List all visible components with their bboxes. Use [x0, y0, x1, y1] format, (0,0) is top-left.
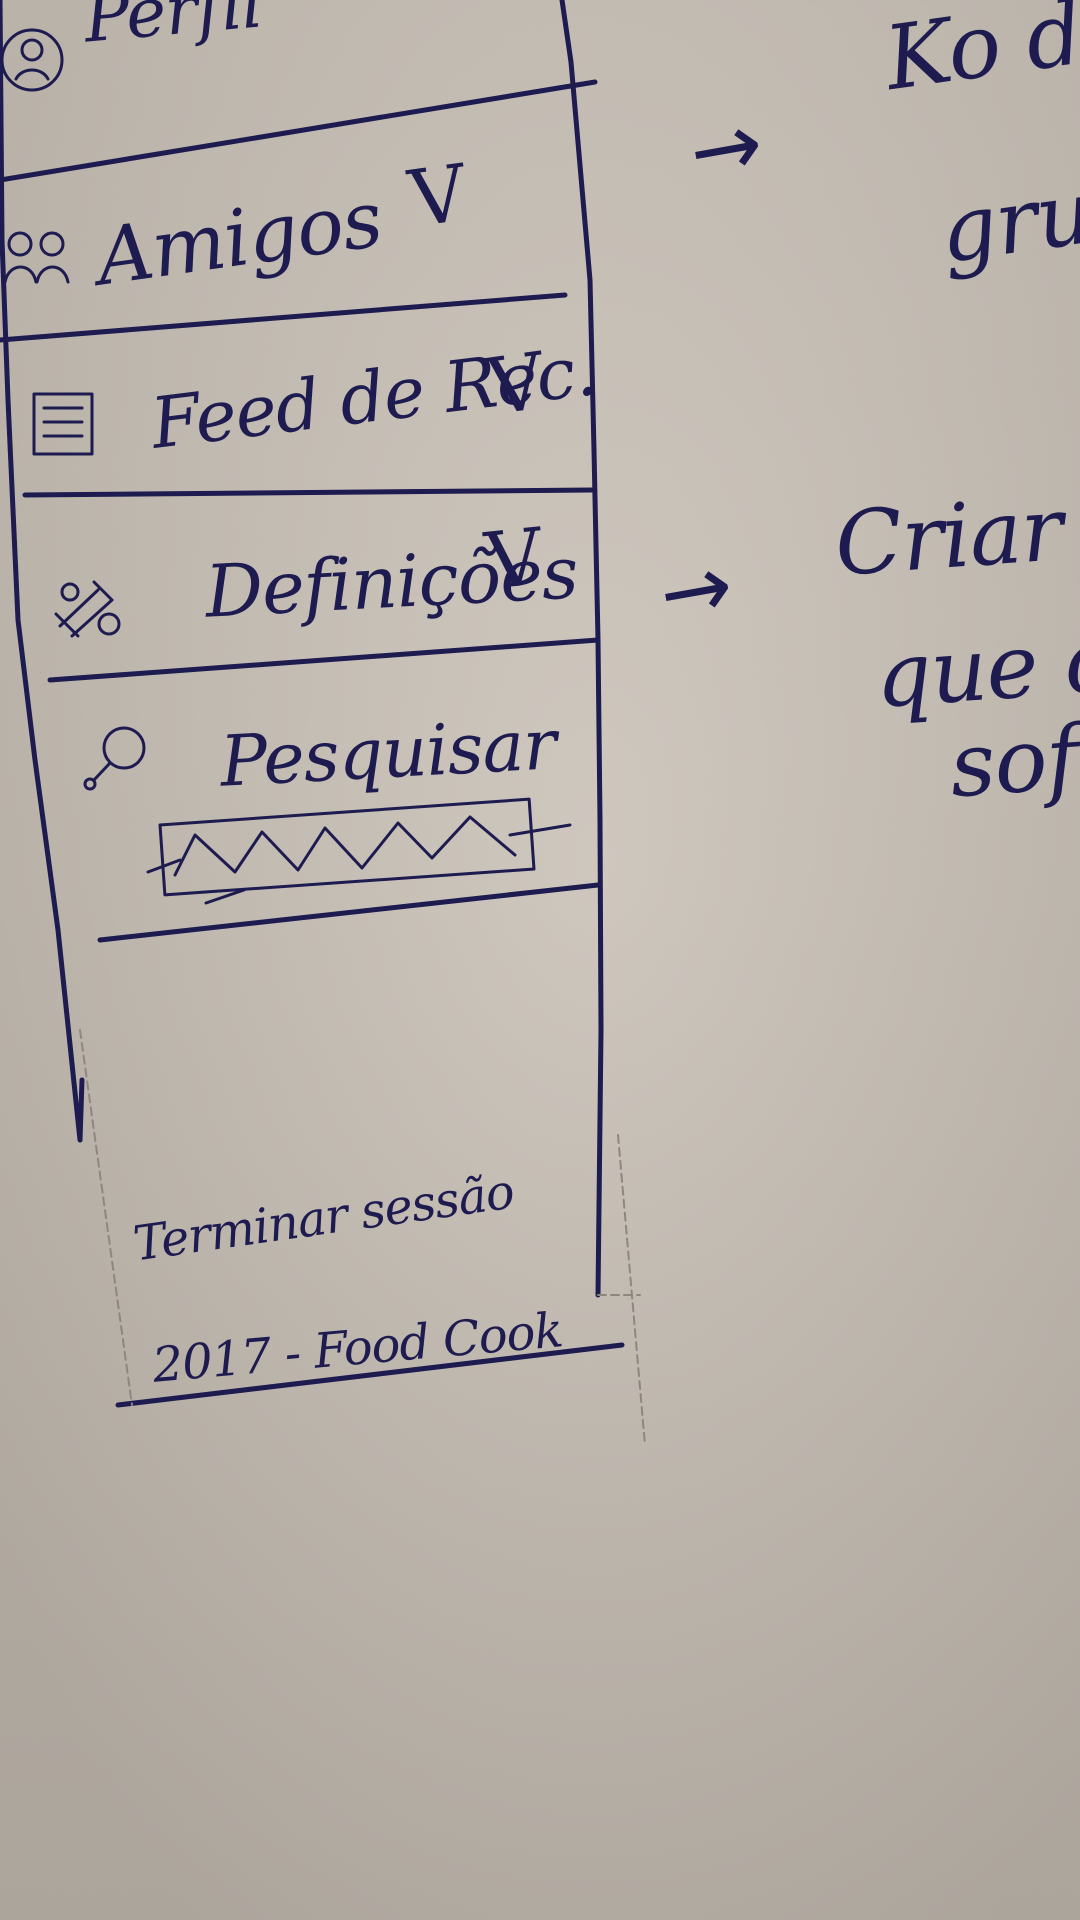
profile-icon [0, 12, 92, 104]
search-icon [78, 710, 170, 802]
feed-icon [22, 378, 114, 470]
settings-icon [42, 562, 134, 654]
settings-check-mark: V [481, 512, 546, 608]
note-two-line-three: sof [946, 705, 1080, 818]
note-two-line-one: Criar [831, 477, 1066, 596]
menu-item-search[interactable]: Pesquisar [218, 703, 558, 802]
friends-icon [0, 210, 92, 302]
note-one-line-two: gru [933, 159, 1080, 284]
